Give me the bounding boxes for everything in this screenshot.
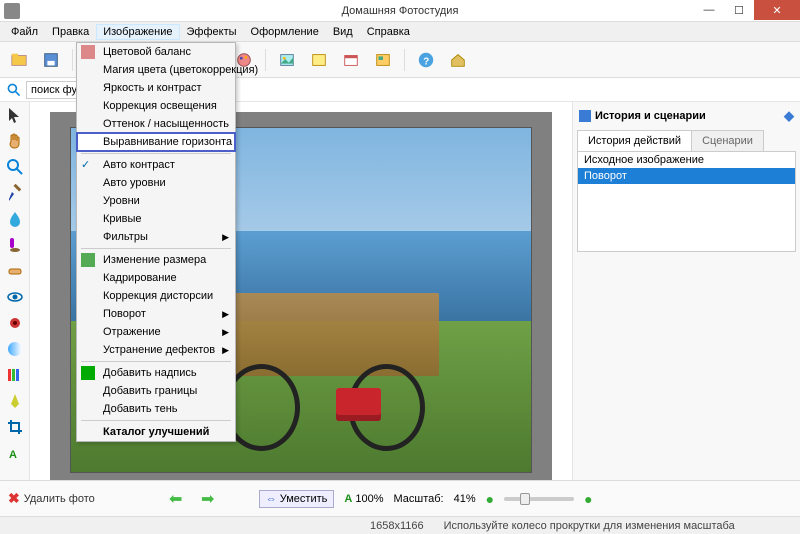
panel-icon <box>579 110 591 122</box>
frame-button[interactable] <box>306 47 332 73</box>
panel-title: История и сценарии <box>595 110 706 122</box>
maximize-button[interactable]: ☐ <box>724 0 754 20</box>
svg-text:?: ? <box>423 56 429 67</box>
menu-item[interactable]: Коррекция дисторсии <box>77 287 235 305</box>
search-icon <box>6 82 22 98</box>
zoom-in-button[interactable]: ● <box>584 491 592 507</box>
menubar: ФайлПравкаИзображениеЭффектыОформлениеВи… <box>0 22 800 42</box>
app-title: Домашняя Фотостудия <box>342 5 459 17</box>
panel-tabs: История действий Сценарии <box>577 130 796 152</box>
zoom-slider[interactable] <box>504 497 574 501</box>
open-button[interactable] <box>6 47 32 73</box>
svg-text:A: A <box>9 449 17 461</box>
menu-item[interactable]: Устранение дефектов▶ <box>77 341 235 359</box>
menu-item[interactable]: Добавить тень <box>77 400 235 418</box>
menu-item[interactable]: Оттенок / насыщенность <box>77 115 235 133</box>
menu-item[interactable]: Уровни <box>77 192 235 210</box>
hand-tool[interactable] <box>6 132 24 150</box>
gradient-tool[interactable] <box>6 366 24 384</box>
home-button[interactable] <box>445 47 471 73</box>
collage-button[interactable] <box>370 47 396 73</box>
image-button[interactable] <box>274 47 300 73</box>
eye-tool[interactable] <box>6 288 24 306</box>
minimize-button[interactable]: — <box>694 0 724 20</box>
menu-item[interactable]: Кривые <box>77 210 235 228</box>
heal-tool[interactable] <box>6 262 24 280</box>
menu-item[interactable]: Изменение размера <box>77 251 235 269</box>
menu-item[interactable]: Магия цвета (цветокоррекция) <box>77 61 235 79</box>
zoom-out-button[interactable]: ● <box>486 491 494 507</box>
menu-item[interactable]: Цветовой баланс <box>77 43 235 61</box>
menu-изображение[interactable]: Изображение <box>96 24 179 40</box>
clone-tool[interactable] <box>6 236 24 254</box>
drop-tool[interactable] <box>6 210 24 228</box>
zoom-100-button[interactable]: A100% <box>344 493 383 505</box>
menu-справка[interactable]: Справка <box>360 24 417 40</box>
help-button[interactable]: ? <box>413 47 439 73</box>
zoom-tool[interactable] <box>6 158 24 176</box>
panel-header: История и сценарии ◆ <box>577 106 796 130</box>
collapse-icon[interactable]: ◆ <box>784 108 794 124</box>
status-hint: Используйте колесо прокрутки для изменен… <box>444 520 735 532</box>
scale-label: Масштаб: <box>393 493 443 505</box>
image-dimensions: 1658x1166 <box>370 520 424 532</box>
menu-item[interactable]: ✓Авто контраст <box>77 156 235 174</box>
menu-item[interactable]: Авто уровни <box>77 174 235 192</box>
calendar-button[interactable] <box>338 47 364 73</box>
close-button[interactable]: ✕ <box>754 0 800 20</box>
delete-photo-button[interactable]: ✖ Удалить фото <box>8 490 95 507</box>
scale-value: 41% <box>454 493 476 505</box>
text-tool[interactable]: A <box>6 444 24 462</box>
redeye-tool[interactable] <box>6 314 24 332</box>
history-item[interactable]: Исходное изображение <box>578 152 795 168</box>
menu-файл[interactable]: Файл <box>4 24 45 40</box>
delete-icon: ✖ <box>8 490 20 507</box>
fit-button[interactable]: ⇔Уместить <box>259 490 335 508</box>
menu-item[interactable]: Коррекция освещения <box>77 97 235 115</box>
history-item[interactable]: Поворот <box>578 168 795 184</box>
tab-history[interactable]: История действий <box>577 130 692 151</box>
menu-item[interactable]: Кадрирование <box>77 269 235 287</box>
menu-вид[interactable]: Вид <box>326 24 360 40</box>
crop-tool[interactable] <box>6 418 24 436</box>
menu-item[interactable]: Поворот▶ <box>77 305 235 323</box>
levels-tool[interactable] <box>6 340 24 358</box>
window-buttons: — ☐ ✕ <box>694 0 800 20</box>
menu-эффекты[interactable]: Эффекты <box>180 24 244 40</box>
menu-item[interactable]: Выравнивание горизонта <box>77 133 235 151</box>
brush-tool[interactable] <box>6 184 24 202</box>
app-icon <box>4 3 20 19</box>
menu-правка[interactable]: Правка <box>45 24 96 40</box>
menu-оформление[interactable]: Оформление <box>244 24 326 40</box>
next-button[interactable]: ➡ <box>197 488 219 510</box>
image-menu-dropdown: Цветовой балансМагия цвета (цветокоррекц… <box>76 42 236 442</box>
pointer-tool[interactable] <box>6 106 24 124</box>
sharpen-tool[interactable] <box>6 392 24 410</box>
menu-item[interactable]: Каталог улучшений <box>77 423 235 441</box>
history-list[interactable]: Исходное изображениеПоворот <box>577 152 796 252</box>
tool-sidebar: A <box>0 102 30 498</box>
menu-item[interactable]: Отражение▶ <box>77 323 235 341</box>
menu-item[interactable]: Добавить надпись <box>77 364 235 382</box>
menu-item[interactable]: Фильтры▶ <box>77 228 235 246</box>
tab-scenarios[interactable]: Сценарии <box>691 130 764 151</box>
menu-item[interactable]: Яркость и контраст <box>77 79 235 97</box>
status-footer: 1658x1166 Используйте колесо прокрутки д… <box>0 516 800 534</box>
titlebar: Домашняя Фотостудия — ☐ ✕ <box>0 0 800 22</box>
bottom-bar: ✖ Удалить фото ⬅ ➡ ⇔Уместить A100% Масшт… <box>0 480 800 516</box>
prev-button[interactable]: ⬅ <box>165 488 187 510</box>
right-panel: История и сценарии ◆ История действий Сц… <box>572 102 800 498</box>
menu-item[interactable]: Добавить границы <box>77 382 235 400</box>
save-button[interactable] <box>38 47 64 73</box>
